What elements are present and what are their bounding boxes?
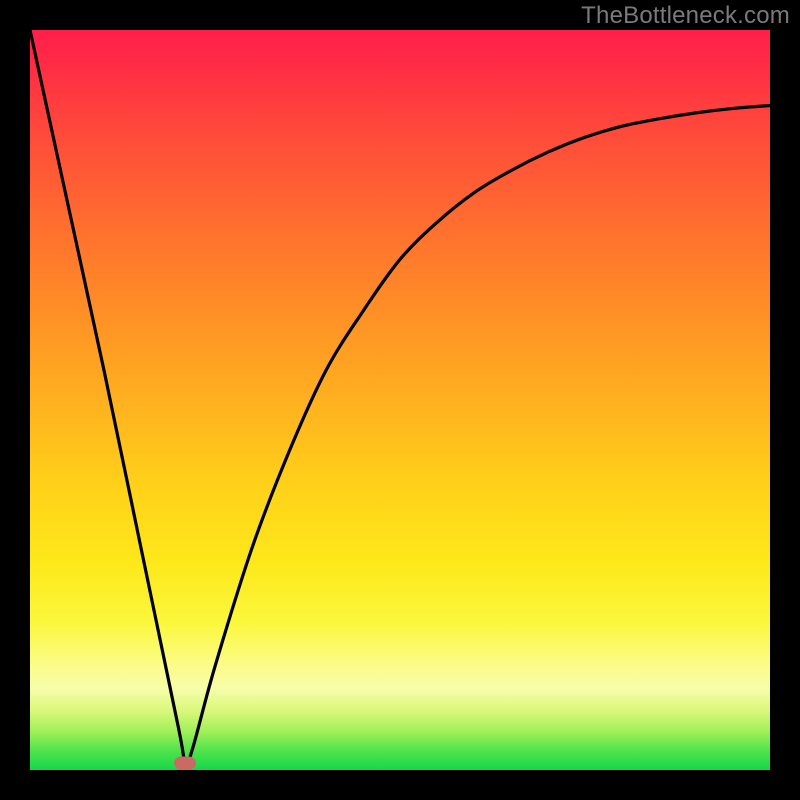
curve-svg bbox=[30, 30, 770, 770]
chart-container: TheBottleneck.com bbox=[0, 0, 800, 800]
plot-area bbox=[30, 30, 770, 770]
minimum-marker bbox=[174, 756, 196, 769]
watermark-text: TheBottleneck.com bbox=[581, 2, 790, 30]
curve-path bbox=[30, 30, 770, 764]
